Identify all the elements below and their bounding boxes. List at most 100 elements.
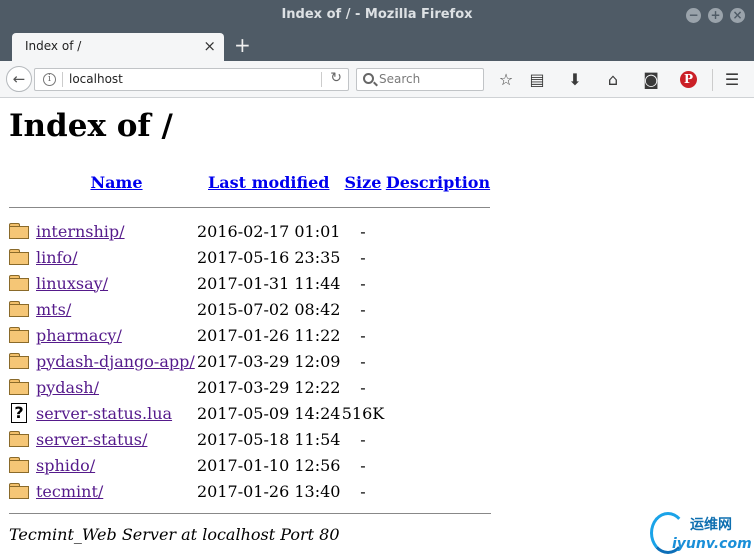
bookmark-star-icon[interactable]: ☆ (495, 69, 517, 91)
entry-modified: 2017-03-29 12:09 (197, 351, 341, 371)
info-icon[interactable]: i (43, 73, 56, 86)
folder-icon (9, 301, 29, 317)
entry-size: - (360, 299, 366, 319)
folder-icon (9, 379, 29, 395)
table-row: mts/2015-07-02 08:42- (9, 296, 490, 322)
pocket-icon[interactable]: ◙ (640, 69, 662, 91)
folder-icon (9, 249, 29, 265)
search-icon (363, 73, 374, 84)
entry-link[interactable]: tecmint/ (36, 482, 103, 501)
url-bar[interactable]: i localhost ↻ (34, 68, 349, 91)
entry-link[interactable]: pydash/ (36, 378, 99, 397)
table-row: server-status/2017-05-18 11:54- (9, 426, 490, 452)
entry-modified: 2017-03-29 12:22 (197, 377, 341, 397)
entry-size: - (360, 273, 366, 293)
sort-description-link[interactable]: Description (386, 173, 490, 192)
reload-icon[interactable]: ↻ (330, 70, 342, 86)
directory-listing: Name Last modified Size Description inte… (9, 168, 491, 504)
icon-header (9, 168, 36, 196)
url-divider-right (321, 72, 322, 87)
folder-icon (9, 327, 29, 343)
entry-link[interactable]: internship/ (36, 222, 125, 241)
server-signature: Tecmint_Web Server at localhost Port 80 (9, 525, 340, 544)
tab-close-icon[interactable]: × (203, 37, 216, 55)
tab-index[interactable]: Index of / × (12, 33, 224, 61)
folder-icon (9, 431, 29, 447)
toolbar-divider (712, 69, 713, 91)
entry-link[interactable]: server-status.lua (36, 404, 172, 423)
table-row: sphido/2017-01-10 12:56- (9, 452, 490, 478)
home-icon[interactable]: ⌂ (602, 69, 624, 91)
entry-description (385, 374, 490, 400)
table-row: tecmint/2017-01-26 13:40- (9, 478, 490, 504)
entry-description (385, 478, 490, 504)
table-row: pydash-django-app/2017-03-29 12:09- (9, 348, 490, 374)
back-button[interactable]: ← (6, 66, 32, 92)
folder-icon (9, 457, 29, 473)
table-row: internship/2016-02-17 01:01- (9, 218, 490, 244)
entry-modified: 2017-05-18 11:54 (197, 429, 341, 449)
entry-size: - (360, 325, 366, 345)
table-row: linuxsay/2017-01-31 11:44- (9, 270, 490, 296)
maximize-button[interactable]: + (708, 8, 723, 23)
downloads-icon[interactable]: ⬇ (564, 69, 586, 91)
page-content: Index of / Name Last modified Size Descr… (0, 98, 754, 560)
entry-description (385, 426, 490, 452)
table-row: ? server-status.lua 2017-05-09 14:24 516K (9, 400, 490, 426)
window-titlebar: Index of / - Mozilla Firefox − + × (0, 0, 754, 31)
tab-strip: Index of / × + (0, 31, 754, 61)
window-title: Index of / - Mozilla Firefox (281, 7, 473, 22)
entry-size: - (360, 247, 366, 267)
entry-size: 516K (341, 403, 385, 423)
entry-description (385, 244, 490, 270)
minimize-button[interactable]: − (686, 8, 701, 23)
pinterest-icon[interactable]: P (680, 71, 697, 88)
entry-link[interactable]: linuxsay/ (36, 274, 108, 293)
watermark-logo: 运维网 iyunv.com (650, 512, 752, 556)
entry-description (385, 322, 490, 348)
entry-size: - (360, 351, 366, 371)
header-divider (9, 196, 491, 218)
entry-modified: 2015-07-02 08:42 (197, 299, 341, 319)
entry-link[interactable]: sphido/ (36, 456, 95, 475)
entry-size: - (360, 455, 366, 475)
entry-description (385, 452, 490, 478)
folder-icon (9, 483, 29, 499)
entry-modified: 2017-05-09 14:24 (197, 403, 341, 423)
sort-name-link[interactable]: Name (90, 173, 142, 192)
entry-modified: 2017-01-31 11:44 (197, 273, 341, 293)
entry-modified: 2017-05-16 23:35 (197, 247, 341, 267)
url-text[interactable]: localhost (69, 72, 123, 86)
entry-description (385, 348, 490, 374)
folder-icon (9, 353, 29, 369)
entry-link[interactable]: mts/ (36, 300, 71, 319)
sort-modified-link[interactable]: Last modified (208, 173, 329, 192)
entry-size: - (360, 429, 366, 449)
sort-size-link[interactable]: Size (345, 173, 382, 192)
menu-hamburger-icon[interactable]: ☰ (721, 69, 743, 91)
watermark-en: iyunv.com (672, 536, 752, 552)
navigation-toolbar: ← i localhost ↻ ☆ ▤ ⬇ ⌂ ◙ P ☰ (0, 61, 754, 98)
close-window-button[interactable]: × (730, 8, 745, 23)
table-row: linfo/2017-05-16 23:35- (9, 244, 490, 270)
entry-size: - (360, 481, 366, 501)
unknown-file-icon: ? (11, 403, 27, 423)
entry-link[interactable]: pydash-django-app/ (36, 352, 195, 371)
entry-description (385, 270, 490, 296)
entry-link[interactable]: linfo/ (36, 248, 77, 267)
search-bar[interactable] (356, 68, 484, 91)
entry-modified: 2017-01-26 13:40 (197, 481, 341, 501)
entry-link[interactable]: pharmacy/ (36, 326, 122, 345)
table-row: pharmacy/2017-01-26 11:22- (9, 322, 490, 348)
search-input[interactable] (379, 72, 479, 86)
url-divider (62, 72, 63, 87)
watermark-cn: 运维网 (690, 517, 732, 533)
entry-link[interactable]: server-status/ (36, 430, 147, 449)
reading-list-icon[interactable]: ▤ (526, 69, 548, 91)
table-row: pydash/2017-03-29 12:22- (9, 374, 490, 400)
page-heading: Index of / (9, 108, 173, 144)
tab-label: Index of / (25, 39, 82, 53)
new-tab-button[interactable]: + (234, 33, 251, 57)
entry-description (385, 296, 490, 322)
folder-icon (9, 223, 29, 239)
